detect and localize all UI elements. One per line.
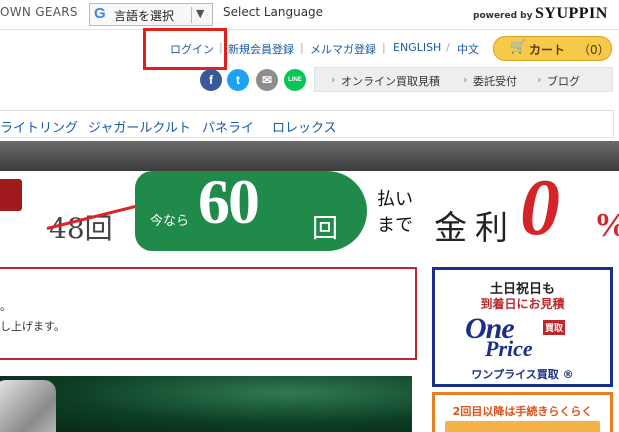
category-jaeger-lecoultre[interactable]: ジャガールクルト — [88, 117, 191, 136]
cart-icon: 🛒 — [510, 40, 527, 55]
ad2-text: 2回目以降は手続きらくらく — [452, 405, 593, 418]
chevron-right-icon: › — [537, 73, 542, 86]
select-language-text: Select Language — [223, 5, 324, 19]
category-panerai[interactable]: パネライ — [202, 117, 254, 136]
harai-made-text: 払い まで — [377, 189, 413, 236]
notice-line-1: 。 — [0, 300, 11, 313]
facebook-icon[interactable]: f — [200, 69, 222, 91]
login-highlight-box — [143, 28, 227, 70]
category-rolex[interactable]: ロレックス — [272, 117, 337, 136]
google-translate-select[interactable]: G 言語を選択 ▼ — [89, 3, 213, 26]
cart-count: （0） — [578, 43, 610, 57]
kai-text: 回 — [312, 214, 339, 244]
interest-text: 金利 — [434, 208, 516, 247]
installment-banner[interactable]: 48回 今なら 60 回 払い まで 金利 0 % — [0, 164, 619, 256]
blog-link[interactable]: ブログ — [547, 73, 580, 89]
category-menu: ライトリング ジャガールクルト パネライ ロレックス — [0, 110, 614, 138]
one-price-ad[interactable]: 土日祝日も 到着日にお見積 One 買取 Price ワンプライス買取 ® — [432, 267, 613, 387]
google-icon: G — [94, 5, 106, 22]
chinese-link[interactable]: 中文 — [457, 41, 479, 57]
top-bar: OWN GEARS G 言語を選択 ▼ Select Language powe… — [0, 0, 619, 30]
line-icon[interactable]: LINE — [284, 69, 306, 91]
translate-label: 言語を選択 — [114, 9, 175, 23]
page: OWN GEARS G 言語を選択 ▼ Select Language powe… — [0, 0, 619, 432]
link-separator: | — [382, 41, 386, 54]
now-text: 今なら — [150, 214, 190, 229]
cart-label: カート — [529, 43, 566, 57]
notice-box: 。 し上げます。 — [0, 267, 417, 360]
chevron-right-icon: › — [331, 73, 336, 86]
syuppin-logo[interactable]: SYUPPIN — [535, 5, 608, 23]
notice-line-2: し上げます。 — [0, 320, 65, 333]
register-link[interactable]: 新規会員登録 — [228, 41, 294, 57]
cart-button[interactable]: 🛒 カート （0） — [493, 36, 612, 61]
category-breitling[interactable]: ライトリング — [0, 117, 78, 136]
link-separator: | — [300, 41, 304, 54]
ad-price-logo: Price — [485, 336, 533, 361]
mail-icon[interactable]: ✉ — [256, 69, 278, 91]
chevron-right-icon: › — [463, 73, 468, 86]
ad-one-price-text: ワンプライス買取 ® — [471, 368, 574, 381]
ad-kaitori-badge: 買取 — [543, 320, 566, 335]
powered-by-text: powered by — [473, 11, 533, 21]
translate-divider — [191, 7, 192, 23]
online-appraisal-link[interactable]: オンライン買取見積 — [341, 73, 440, 89]
ad2-strip — [445, 421, 600, 432]
brand-text: OWN GEARS — [0, 5, 78, 19]
consignment-link[interactable]: 委託受付 — [473, 73, 517, 89]
newsletter-link[interactable]: メルマガ登録 — [310, 41, 376, 57]
link-separator: / — [446, 41, 450, 54]
product-photo[interactable] — [0, 376, 412, 432]
chevron-down-icon: ▼ — [196, 7, 205, 20]
sub-navigation: › オンライン買取見積 › 委託受付 › ブログ — [314, 67, 613, 92]
installment-count: 60 — [198, 166, 260, 237]
red-tab — [0, 179, 22, 211]
easy-procedure-ad[interactable]: 2回目以降は手続きらくらく — [432, 392, 613, 432]
watch-image — [0, 380, 56, 432]
twitter-icon[interactable]: t — [227, 69, 249, 91]
percent-text: % — [594, 207, 619, 245]
ad-arrival-text: 到着日にお見積 — [480, 297, 565, 311]
english-link[interactable]: ENGLISH — [393, 41, 441, 54]
zero-text: 0 — [520, 164, 560, 252]
